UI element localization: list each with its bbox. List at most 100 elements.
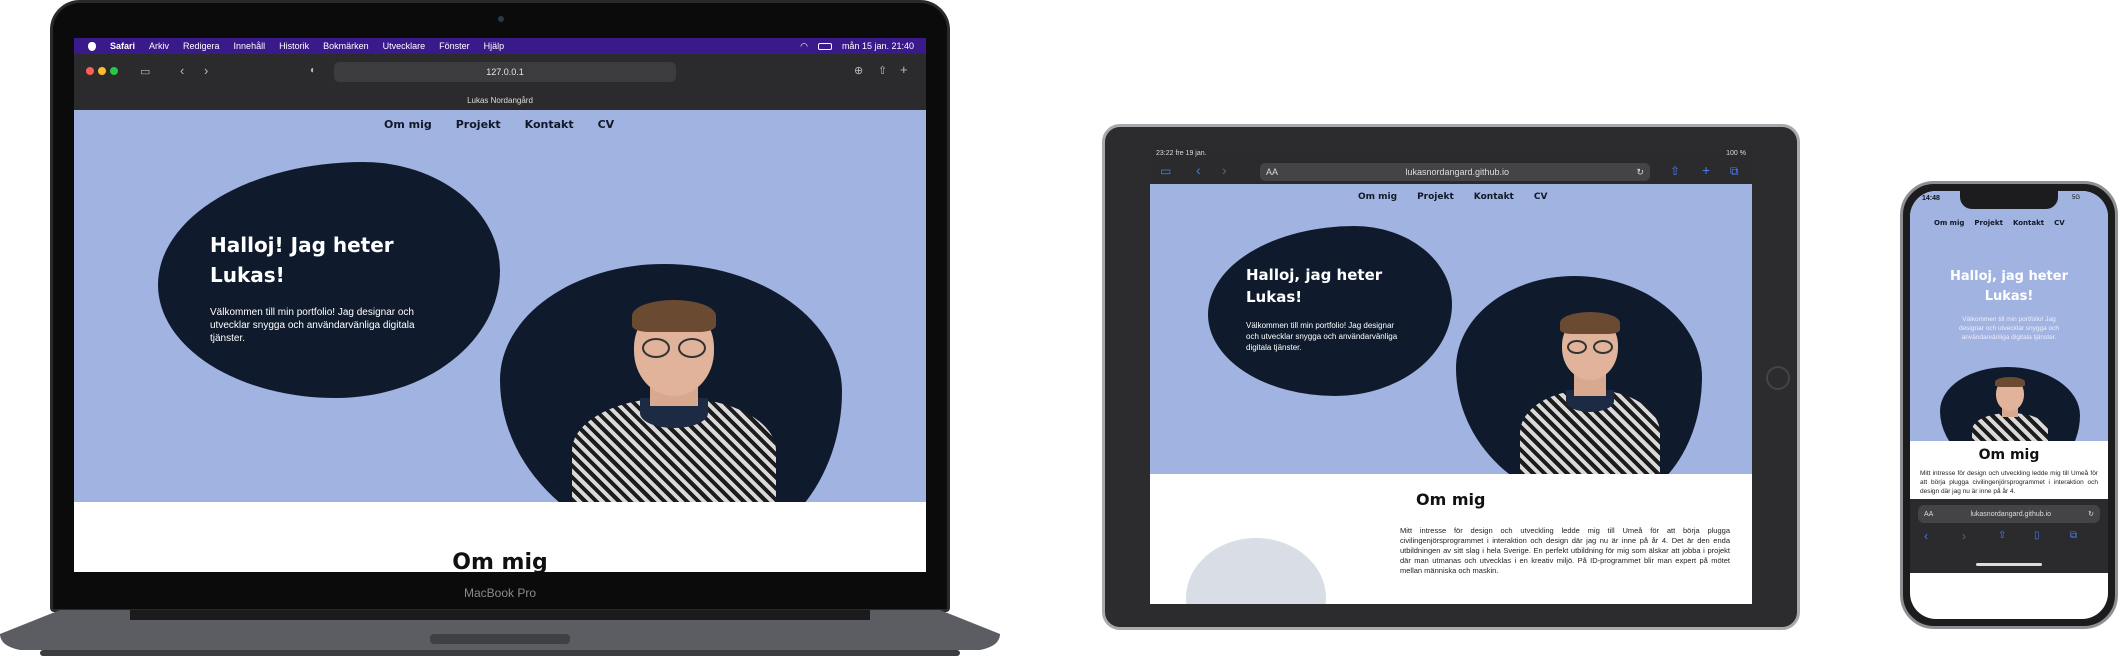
- ipad-new-tab-icon[interactable]: +: [1702, 162, 1710, 178]
- ipad-screen: 23:22 fre 19 jan. 100 % ▭ ‹ › AA lukasno…: [1150, 146, 1752, 604]
- portrait-photo: [544, 280, 804, 502]
- macbook-camera: [498, 16, 504, 22]
- nav-om-mig[interactable]: Om mig: [384, 118, 432, 131]
- hero-description: Välkommen till min portfolio! Jag design…: [210, 307, 415, 344]
- ipad-sidebar-icon[interactable]: ▭: [1160, 164, 1171, 178]
- iphone-hero-description: Välkommen till min portfolio! Jag design…: [1958, 316, 2060, 341]
- nav-cv[interactable]: CV: [598, 118, 615, 131]
- iphone-nav-projekt[interactable]: Projekt: [1974, 219, 2003, 227]
- ipad-back-icon[interactable]: ‹: [1196, 162, 1201, 178]
- menu-arkiv[interactable]: Arkiv: [149, 41, 169, 51]
- ipad-safari-toolbar: ▭ ‹ › AA lukasnordangard.github.io ↻ ⇧ +…: [1150, 160, 1752, 184]
- apple-icon[interactable]: [88, 41, 96, 51]
- iphone-forward-icon[interactable]: ›: [1962, 529, 1966, 543]
- iphone-home-indicator: [1976, 563, 2042, 566]
- hero-section: Om mig Projekt Kontakt CV Halloj! Jag he…: [74, 110, 926, 502]
- section-title-om-mig: Om mig: [452, 550, 548, 572]
- iphone-address-bar[interactable]: AA lukasnordangard.github.io ↻: [1918, 505, 2100, 523]
- site-nav: Om mig Projekt Kontakt CV: [384, 118, 614, 131]
- ipad-nav-cv[interactable]: CV: [1534, 192, 1548, 202]
- macbook-screen: Safari Arkiv Redigera Innehåll Historik …: [74, 38, 926, 572]
- macbook-label: MacBook Pro: [463, 586, 537, 600]
- ipad-webpage: Om mig Projekt Kontakt CV Halloj, jag he…: [1150, 184, 1752, 604]
- iphone-about-text: Mitt intresse för design och utveckling …: [1920, 470, 2098, 495]
- share-icon[interactable]: ⇧: [878, 64, 887, 77]
- menu-fonster[interactable]: Fönster: [439, 41, 470, 51]
- iphone-site-nav: Om mig Projekt Kontakt CV: [1934, 219, 2065, 227]
- menu-historik[interactable]: Historik: [279, 41, 309, 51]
- iphone-reload-icon[interactable]: ↻: [2088, 510, 2094, 518]
- ipad-address-bar[interactable]: AA lukasnordangard.github.io ↻: [1260, 163, 1650, 181]
- download-icon[interactable]: ⊕: [854, 64, 863, 77]
- ipad-hero: Om mig Projekt Kontakt CV Halloj, jag he…: [1150, 184, 1752, 474]
- ipad-status-battery: 100 %: [1726, 149, 1746, 157]
- ipad-nav-om-mig[interactable]: Om mig: [1358, 192, 1397, 202]
- ipad-about-text: Mitt intresse för design och utveckling …: [1400, 526, 1730, 575]
- ipad-tabs-icon[interactable]: ⧉: [1730, 164, 1739, 179]
- wifi-icon[interactable]: ◠: [800, 41, 808, 52]
- ipad-about-image: [1186, 538, 1326, 604]
- iphone-section-title: Om mig: [1978, 447, 2040, 463]
- address-bar-url: 127.0.0.1: [486, 67, 524, 77]
- ipad-nav-projekt[interactable]: Projekt: [1417, 192, 1454, 202]
- forward-icon[interactable]: ›: [204, 63, 208, 78]
- iphone-back-icon[interactable]: ‹: [1924, 529, 1928, 543]
- iphone-portrait-photo: [1960, 377, 2060, 441]
- privacy-shield-icon[interactable]: ◐: [310, 65, 316, 76]
- ipad-reload-icon[interactable]: ↻: [1636, 167, 1644, 178]
- ipad-hero-description: Välkommen till min portfolio! Jag design…: [1246, 321, 1398, 352]
- macbook-base: [0, 610, 1000, 656]
- menubar-clock[interactable]: mån 15 jan. 21:40: [842, 41, 914, 51]
- menu-innehall[interactable]: Innehåll: [234, 41, 266, 51]
- mac-webpage: Om mig Projekt Kontakt CV Halloj! Jag he…: [74, 110, 926, 572]
- nav-projekt[interactable]: Projekt: [456, 118, 501, 131]
- nav-kontakt[interactable]: Kontakt: [525, 118, 574, 131]
- minimize-window-icon[interactable]: [98, 67, 106, 75]
- iphone-bookmarks-icon[interactable]: ▯: [2034, 530, 2040, 541]
- tab-title[interactable]: Lukas Nordangård: [467, 96, 533, 105]
- iphone-hero: 14:48 5G Om mig Projekt Kontakt CV Hallo…: [1910, 191, 2108, 441]
- ipad-status-time: 23:22 fre 19 jan.: [1156, 149, 1207, 157]
- ipad-section-title: Om mig: [1416, 490, 1486, 509]
- iphone-nav-om-mig[interactable]: Om mig: [1934, 219, 1964, 227]
- address-bar[interactable]: 127.0.0.1: [334, 62, 676, 82]
- menu-utvecklare[interactable]: Utvecklare: [383, 41, 426, 51]
- ipad-home-button[interactable]: [1766, 366, 1790, 390]
- menu-hjalp[interactable]: Hjälp: [484, 41, 505, 51]
- ipad-status-bar: 23:22 fre 19 jan. 100 %: [1150, 146, 1752, 160]
- ipad-site-nav: Om mig Projekt Kontakt CV: [1358, 192, 1547, 202]
- safari-toolbar: ▭ ‹ › ◐ 127.0.0.1 ⊕ ⇧ +: [74, 54, 926, 90]
- mac-menubar: Safari Arkiv Redigera Innehåll Historik …: [74, 38, 926, 54]
- ipad-address-url: lukasnordangard.github.io: [1405, 167, 1510, 177]
- iphone-address-url: lukasnordangard.github.io: [1970, 510, 2052, 518]
- iphone-share-icon[interactable]: ⇧: [1998, 530, 2006, 541]
- close-window-icon[interactable]: [86, 67, 94, 75]
- iphone-aa-button[interactable]: AA: [1924, 511, 1933, 518]
- new-tab-icon[interactable]: +: [900, 62, 908, 77]
- ipad-hero-title: Halloj, jag heter Lukas!: [1246, 266, 1383, 306]
- ipad-share-icon[interactable]: ⇧: [1670, 164, 1680, 178]
- tab-bar[interactable]: Lukas Nordangård: [74, 90, 926, 110]
- battery-icon[interactable]: [817, 42, 832, 50]
- menu-redigera[interactable]: Redigera: [183, 41, 220, 51]
- iphone-status-time: 14:48: [1922, 195, 1940, 202]
- iphone-notch: [1960, 191, 2058, 209]
- hero-title: Halloj! Jag heter Lukas!: [210, 233, 394, 287]
- iphone-hero-title: Halloj, jag heter Lukas!: [1950, 269, 2068, 304]
- iphone-tabs-icon[interactable]: ⧉: [2070, 530, 2077, 541]
- menu-app-name[interactable]: Safari: [110, 41, 135, 51]
- sidebar-icon[interactable]: ▭: [140, 65, 150, 78]
- iphone-status-signal: 5G: [2072, 195, 2081, 201]
- menu-bokmarken[interactable]: Bokmärken: [323, 41, 369, 51]
- iphone-nav-kontakt[interactable]: Kontakt: [2013, 219, 2044, 227]
- ipad-nav-kontakt[interactable]: Kontakt: [1474, 192, 1514, 202]
- ipad-forward-icon[interactable]: ›: [1222, 162, 1227, 178]
- ipad-hero-text-blob: [1208, 226, 1452, 396]
- ipad-portrait-photo: [1500, 294, 1680, 474]
- iphone-screen: 14:48 5G Om mig Projekt Kontakt CV Hallo…: [1910, 191, 2108, 619]
- zoom-window-icon[interactable]: [110, 67, 118, 75]
- back-icon[interactable]: ‹: [180, 63, 184, 78]
- ipad-aa-button[interactable]: AA: [1266, 167, 1278, 177]
- iphone-nav-cv[interactable]: CV: [2054, 219, 2065, 227]
- iphone-safari-bar: AA lukasnordangard.github.io ↻ ‹ › ⇧ ▯ ⧉: [1910, 499, 2108, 573]
